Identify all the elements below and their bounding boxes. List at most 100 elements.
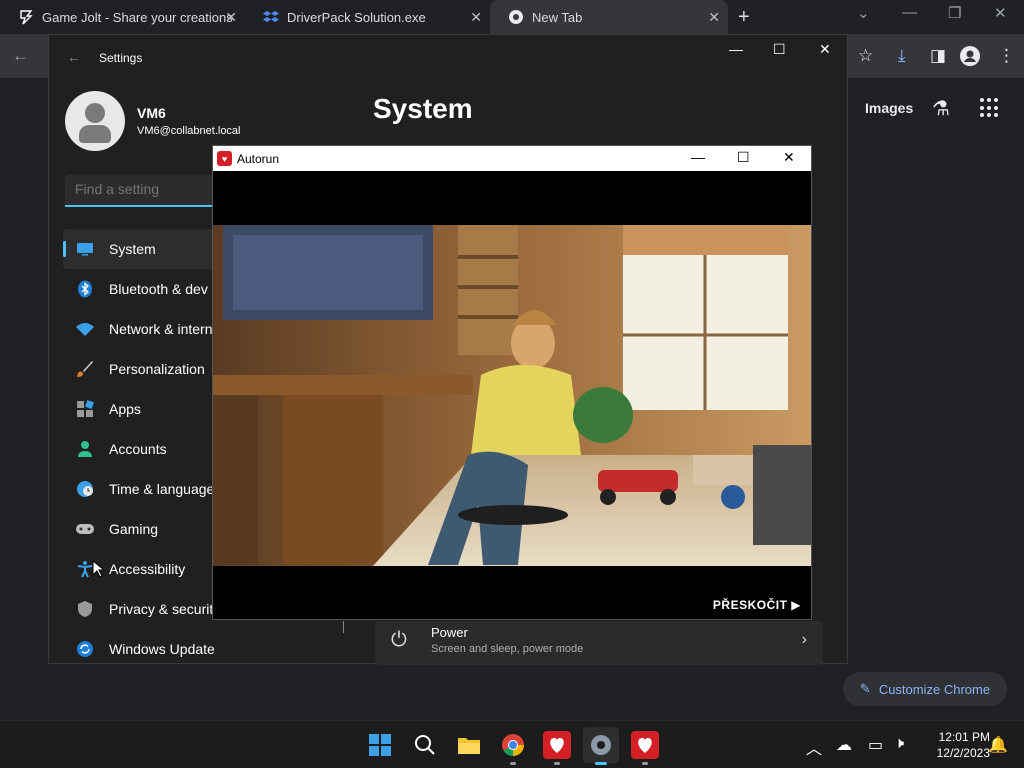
autorun-title: Autorun bbox=[237, 152, 280, 166]
person-icon bbox=[75, 439, 95, 459]
gamepad-icon bbox=[75, 519, 95, 539]
tab-search-icon[interactable]: ⌄ bbox=[857, 4, 870, 22]
maximize-icon[interactable]: ☐ bbox=[737, 149, 750, 166]
close-icon[interactable]: ✕ bbox=[994, 4, 1007, 22]
back-arrow-icon[interactable]: ← bbox=[67, 49, 81, 65]
labs-flask-icon[interactable]: ⚗ bbox=[932, 96, 950, 121]
globe-clock-icon bbox=[75, 479, 95, 499]
side-panel-icon[interactable]: ◨ bbox=[930, 46, 946, 66]
back-arrow-icon[interactable]: ← bbox=[12, 46, 29, 66]
download-icon[interactable]: ⤓ bbox=[898, 46, 906, 66]
minimize-icon[interactable]: — bbox=[691, 149, 705, 165]
update-icon bbox=[75, 639, 95, 659]
tab-title: DriverPack Solution.exe bbox=[287, 9, 426, 25]
chevron-right-icon: › bbox=[801, 631, 807, 648]
search-button[interactable] bbox=[407, 727, 443, 763]
algida-autorun-button[interactable] bbox=[539, 727, 575, 765]
algida-heart-icon bbox=[631, 731, 659, 759]
nav-label: Time & language bbox=[109, 481, 215, 497]
shield-icon bbox=[75, 599, 95, 619]
windows-logo-icon bbox=[369, 734, 391, 756]
close-icon[interactable]: ✕ bbox=[819, 41, 831, 58]
algida-heart-icon bbox=[543, 731, 571, 759]
close-icon[interactable]: ✕ bbox=[783, 149, 795, 166]
power-settings-row[interactable]: ⏻ Power Screen and sleep, power mode › bbox=[375, 621, 823, 665]
close-tab-icon[interactable]: ✕ bbox=[470, 9, 482, 26]
nav-label: Windows Update bbox=[109, 641, 215, 657]
chevron-up-icon[interactable]: ︿ bbox=[806, 735, 822, 759]
nav-label: Accounts bbox=[109, 441, 167, 457]
file-explorer-button[interactable] bbox=[451, 727, 487, 763]
google-apps-icon[interactable] bbox=[980, 98, 1000, 118]
chrome-taskbar-button[interactable] bbox=[495, 727, 531, 765]
nav-label: System bbox=[109, 241, 156, 257]
start-button[interactable] bbox=[362, 727, 398, 763]
folder-icon bbox=[458, 738, 480, 754]
user-email: VM6@collabnet.local bbox=[137, 125, 241, 137]
clock[interactable]: 12:01 PM 12/2/2023 bbox=[918, 729, 990, 761]
algida-autorun-button-2[interactable] bbox=[627, 727, 663, 765]
page-title: System bbox=[373, 93, 473, 124]
brush-icon bbox=[75, 359, 95, 379]
minimize-icon[interactable]: — bbox=[902, 4, 917, 21]
user-name: VM6 bbox=[137, 105, 166, 121]
nav-label: Apps bbox=[109, 401, 141, 417]
bluetooth-icon bbox=[75, 279, 95, 299]
skip-button[interactable]: PŘESKOČIT ▶ bbox=[713, 598, 801, 612]
algida-heart-icon: ♥ bbox=[217, 151, 232, 166]
video-still-image bbox=[213, 225, 811, 566]
chrome-icon bbox=[502, 734, 524, 756]
menu-kebab-icon[interactable]: ⋮ bbox=[998, 46, 1015, 66]
nav-label: Network & intern bbox=[109, 321, 213, 337]
close-tab-icon[interactable]: ✕ bbox=[225, 9, 237, 26]
tab-driverpack[interactable]: DriverPack Solution.exe ✕ bbox=[245, 0, 490, 34]
settings-title: Settings bbox=[99, 51, 143, 65]
onedrive-offline-icon[interactable]: ☁ bbox=[836, 735, 852, 755]
network-icon[interactable]: ▭ bbox=[868, 735, 883, 755]
pencil-icon: ✎ bbox=[859, 681, 871, 696]
images-link[interactable]: Images bbox=[865, 100, 913, 116]
video-frame bbox=[213, 225, 811, 566]
dropbox-icon bbox=[263, 9, 279, 25]
customize-chrome-button[interactable]: ✎ Customize Chrome bbox=[843, 672, 1007, 706]
new-tab-button[interactable]: + bbox=[738, 6, 750, 29]
nav-label: Privacy & securit bbox=[109, 601, 214, 617]
notification-bell-icon[interactable]: 🔔 bbox=[988, 735, 1008, 755]
find-setting-search[interactable] bbox=[65, 175, 235, 207]
minimize-icon[interactable]: — bbox=[729, 41, 743, 57]
nav-label: Accessibility bbox=[109, 561, 186, 577]
nav-item-windows-update[interactable]: Windows Update bbox=[63, 629, 363, 669]
profile-icon[interactable] bbox=[960, 46, 980, 66]
mouse-cursor-icon bbox=[92, 560, 104, 578]
nav-label: Gaming bbox=[109, 521, 159, 537]
avatar bbox=[65, 91, 125, 151]
apps-icon bbox=[75, 399, 95, 419]
search-input[interactable] bbox=[65, 175, 235, 203]
settings-titlebar: ← Settings — ☐ ✕ bbox=[49, 35, 847, 81]
nav-label: Bluetooth & dev bbox=[109, 281, 208, 297]
tab-title: Game Jolt - Share your creations bbox=[42, 9, 233, 25]
settings-taskbar-button[interactable] bbox=[583, 727, 619, 765]
gear-icon bbox=[591, 735, 611, 755]
wifi-icon bbox=[75, 319, 95, 339]
power-icon: ⏻ bbox=[391, 629, 407, 651]
maximize-icon[interactable]: ☐ bbox=[773, 41, 786, 58]
date: 12/2/2023 bbox=[936, 746, 990, 760]
chrome-icon bbox=[508, 9, 524, 25]
bookmark-star-icon[interactable]: ☆ bbox=[858, 46, 873, 66]
power-subtitle: Screen and sleep, power mode bbox=[431, 643, 584, 655]
customize-label: Customize Chrome bbox=[878, 681, 991, 697]
tab-game-jolt[interactable]: Game Jolt - Share your creations ✕ bbox=[0, 0, 245, 34]
monitor-icon bbox=[75, 239, 95, 259]
taskbar: ︿ ☁ ▭ 🕨 12:01 PM 12/2/2023 🔔 bbox=[0, 720, 1024, 768]
nav-label: Personalization bbox=[109, 361, 205, 377]
tab-new-tab[interactable]: New Tab ✕ bbox=[490, 0, 728, 34]
volume-muted-icon[interactable]: 🕨 bbox=[894, 735, 904, 753]
autorun-window: ♥ Autorun — ☐ ✕ PŘESKOČIT ▶ bbox=[212, 145, 812, 620]
chrome-tab-strip: Game Jolt - Share your creations ✕ Drive… bbox=[0, 0, 1024, 34]
close-tab-icon[interactable]: ✕ bbox=[708, 9, 720, 26]
search-icon bbox=[415, 735, 435, 755]
power-title: Power bbox=[431, 625, 468, 640]
restore-icon[interactable]: ❐ bbox=[948, 4, 961, 22]
gamejolt-icon bbox=[18, 9, 34, 25]
